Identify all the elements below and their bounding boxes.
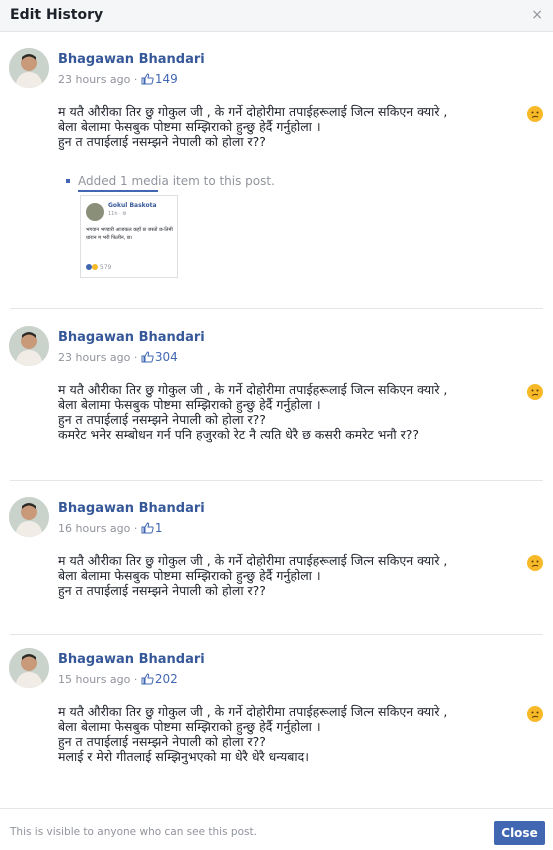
thumbs-up-icon [141,351,154,363]
timestamp[interactable]: 23 hours ago · [58,351,141,364]
bullet-icon [66,179,70,183]
like-count[interactable]: 149 [141,72,178,86]
divider [10,308,543,309]
divider [10,634,543,635]
text-line: म यतै औरीका तिर छु गोकुल जी , के गर्ने द… [58,704,448,719]
author-name[interactable]: Bhagawan Bhandari [58,501,205,516]
visibility-note: This is visible to anyone who can see th… [10,826,257,838]
confused-emoji-icon [527,106,543,122]
entry-text: म यतै औरीका तिर छु गोकुल जी , के गर्ने द… [58,704,543,764]
thumbs-up-icon [141,673,154,685]
text-line: हुन त तपाईलाई नसम्झने नेपाली को होला र?? [58,134,266,149]
text-line: हुन त तपाईलाई नसम्झने नेपाली को होला र?? [58,583,266,598]
card-reactions: 579 [86,264,111,271]
text-line: मलाई र मेरो गीतलाई सम्झिनुभएको मा धेरै ध… [58,749,309,764]
avatar[interactable] [9,648,49,688]
entry-text: म यतै औरीका तिर छु गोकुल जी , के गर्ने द… [58,553,543,598]
thumbs-up-icon [141,522,154,534]
text-line: हुन त तपाईलाई नसम्झने नेपाली को होला र?? [58,734,266,749]
dialog-footer: This is visible to anyone who can see th… [0,808,553,850]
text-line: बेला बेलामा फेसबुक पोष्टमा सम्झिराको हुन… [58,719,321,734]
dialog-header: Edit History × [0,0,553,32]
text-line: बेला बेलामा फेसबुक पोष्टमा सम्झिराको हुन… [58,568,321,583]
card-text: भगवान भण्डारी आजकल कहाँ छ जस्तो छ-तिमी ध… [86,227,173,241]
attachment-note[interactable]: Added 1 media item to this post. [66,174,275,188]
avatar[interactable] [9,326,49,366]
text-line: कमरेट भनेर सम्बोधन गर्न पनि हजुरको रेट न… [58,427,419,442]
text-line: हुन त तपाईलाई नसम्झने नेपाली को होला र?? [58,412,266,427]
thumbs-up-icon [141,73,154,85]
avatar [86,203,104,221]
text-line: बेला बेलामा फेसबुक पोष्टमा सम्झिराको हुन… [58,397,321,412]
post-meta: 16 hours ago · 1 [58,521,163,535]
post-meta: 15 hours ago · 202 [58,672,178,686]
post-meta: 23 hours ago · 149 [58,72,178,86]
attachment-underline [78,190,158,192]
avatar[interactable] [9,497,49,537]
card-time: 11h · ⚙ [108,211,127,217]
author-name[interactable]: Bhagawan Bhandari [58,52,205,67]
entry-text: म यतै औरीका तिर छु गोकुल जी , के गर्ने द… [58,104,543,149]
card-author: Gokul Baskota [108,202,157,209]
confused-emoji-icon [527,555,543,571]
haha-reaction-icon [92,264,98,270]
media-item-thumbnail[interactable]: Gokul Baskota 11h · ⚙ भगवान भण्डारी आजकल… [80,195,178,278]
like-count[interactable]: 202 [141,672,178,686]
timestamp[interactable]: 23 hours ago · [58,73,141,86]
close-button[interactable]: Close [494,821,545,845]
confused-emoji-icon [527,384,543,400]
avatar[interactable] [9,48,49,88]
entry-text: म यतै औरीका तिर छु गोकुल जी , के गर्ने द… [58,382,543,442]
text-line: म यतै औरीका तिर छु गोकुल जी , के गर्ने द… [58,382,448,397]
author-name[interactable]: Bhagawan Bhandari [58,330,205,345]
author-name[interactable]: Bhagawan Bhandari [58,652,205,667]
timestamp[interactable]: 15 hours ago · [58,673,141,686]
timestamp[interactable]: 16 hours ago · [58,522,141,535]
post-meta: 23 hours ago · 304 [58,350,178,364]
text-line: म यतै औरीका तिर छु गोकुल जी , के गर्ने द… [58,104,448,119]
close-icon[interactable]: × [531,7,543,23]
confused-emoji-icon [527,706,543,722]
dialog-title: Edit History [10,7,104,23]
like-count[interactable]: 1 [141,521,163,535]
text-line: बेला बेलामा फेसबुक पोष्टमा सम्झिराको हुन… [58,119,321,134]
text-line: म यतै औरीका तिर छु गोकुल जी , के गर्ने द… [58,553,448,568]
like-count[interactable]: 304 [141,350,178,364]
divider [10,480,543,481]
